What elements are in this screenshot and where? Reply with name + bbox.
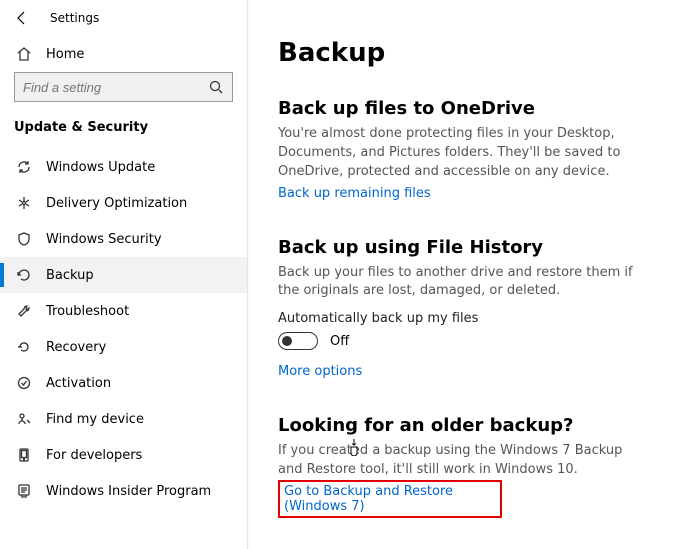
- delivery-icon: [16, 195, 32, 211]
- sidebar-item-label: Recovery: [46, 340, 106, 355]
- more-options-link[interactable]: More options: [278, 364, 362, 379]
- home-icon: [16, 46, 32, 62]
- sidebar-item-label: Backup: [46, 268, 94, 283]
- section-onedrive: Back up files to OneDrive You're almost …: [278, 98, 648, 201]
- sidebar-item-label: Delivery Optimization: [46, 196, 187, 211]
- filehistory-desc: Back up your files to another drive and …: [278, 264, 648, 302]
- sidebar-item-activation[interactable]: Activation: [0, 365, 247, 401]
- sidebar-item-find-my-device[interactable]: Find my device: [0, 401, 247, 437]
- older-desc: If you created a backup using the Window…: [278, 442, 648, 480]
- filehistory-heading: Back up using File History: [278, 237, 648, 258]
- sidebar-nav: Windows Update Delivery Optimization Win…: [0, 149, 247, 509]
- back-button[interactable]: [14, 10, 30, 26]
- backup-icon: [16, 267, 32, 283]
- recovery-icon: [16, 339, 32, 355]
- sidebar-item-label: Windows Security: [46, 232, 162, 247]
- older-heading: Looking for an older backup?: [278, 415, 648, 436]
- section-filehistory: Back up using File History Back up your …: [278, 237, 648, 380]
- sidebar-item-label: Windows Update: [46, 160, 155, 175]
- sidebar-home[interactable]: Home: [0, 36, 247, 72]
- shield-icon: [16, 231, 32, 247]
- find-icon: [16, 411, 32, 427]
- sidebar-item-recovery[interactable]: Recovery: [0, 329, 247, 365]
- sidebar-item-windows-update[interactable]: Windows Update: [0, 149, 247, 185]
- activation-icon: [16, 375, 32, 391]
- sidebar-item-troubleshoot[interactable]: Troubleshoot: [0, 293, 247, 329]
- onedrive-desc: You're almost done protecting files in y…: [278, 125, 648, 182]
- sidebar-item-label: Find my device: [46, 412, 144, 427]
- onedrive-link[interactable]: Back up remaining files: [278, 186, 431, 201]
- search-icon: [208, 79, 224, 95]
- sidebar-item-backup[interactable]: Backup: [0, 257, 247, 293]
- sidebar-item-windows-insider[interactable]: Windows Insider Program: [0, 473, 247, 509]
- toggle-label: Automatically back up my files: [278, 311, 648, 326]
- sync-icon: [16, 159, 32, 175]
- sidebar: Settings Home Update & Security Windows …: [0, 0, 248, 549]
- backup-restore-win7-link[interactable]: Go to Backup and Restore (Windows 7): [284, 484, 496, 514]
- sidebar-category: Update & Security: [0, 114, 247, 149]
- app-title: Settings: [50, 11, 99, 25]
- home-label: Home: [46, 47, 84, 62]
- search-input[interactable]: [14, 72, 233, 102]
- onedrive-heading: Back up files to OneDrive: [278, 98, 648, 119]
- page-title: Backup: [278, 38, 670, 68]
- troubleshoot-icon: [16, 303, 32, 319]
- sidebar-item-label: For developers: [46, 448, 142, 463]
- insider-icon: [16, 483, 32, 499]
- annotation-highlight: Go to Backup and Restore (Windows 7): [278, 480, 502, 518]
- developer-icon: [16, 447, 32, 463]
- auto-backup-toggle[interactable]: [278, 332, 318, 350]
- sidebar-item-delivery-optimization[interactable]: Delivery Optimization: [0, 185, 247, 221]
- sidebar-item-label: Activation: [46, 376, 111, 391]
- sidebar-item-label: Windows Insider Program: [46, 484, 211, 499]
- main-content: Backup Back up files to OneDrive You're …: [248, 0, 700, 549]
- toggle-state: Off: [330, 334, 349, 349]
- sidebar-item-windows-security[interactable]: Windows Security: [0, 221, 247, 257]
- sidebar-item-label: Troubleshoot: [46, 304, 129, 319]
- section-older-backup: Looking for an older backup? If you crea…: [278, 415, 648, 518]
- search-field[interactable]: [23, 80, 208, 95]
- sidebar-item-for-developers[interactable]: For developers: [0, 437, 247, 473]
